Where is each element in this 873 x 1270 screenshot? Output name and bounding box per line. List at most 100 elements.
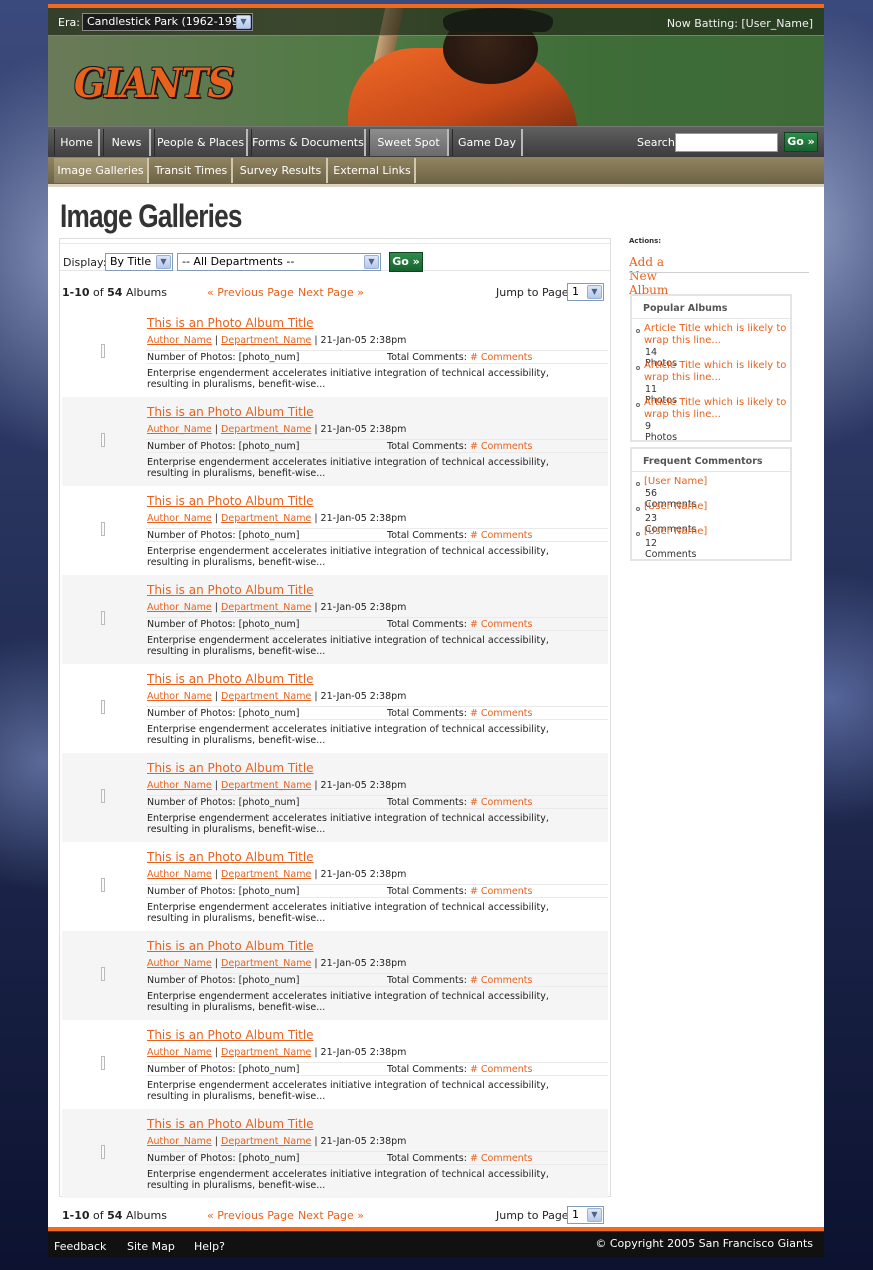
album-author-link[interactable]: Author_Name <box>147 424 212 435</box>
album-title-link[interactable]: This is an Photo Album Title <box>147 672 314 686</box>
album-thumbnail[interactable] <box>101 611 105 625</box>
album-thumbnail[interactable] <box>101 344 105 358</box>
album-meta: Author_Name | Department_Name | 21-Jan-0… <box>147 1047 406 1058</box>
album-author-link[interactable]: Author_Name <box>147 869 212 880</box>
chevron-down-icon[interactable]: ▼ <box>587 285 602 299</box>
album-thumbnail[interactable] <box>101 878 105 892</box>
album-author-link[interactable]: Author_Name <box>147 602 212 613</box>
album-meta: Author_Name | Department_Name | 21-Jan-0… <box>147 513 406 524</box>
giants-logo[interactable]: GIANTS <box>74 60 234 120</box>
album-thumbnail[interactable] <box>101 522 105 536</box>
album-author-link[interactable]: Author_Name <box>147 1136 212 1147</box>
album-department-link[interactable]: Department_Name <box>221 780 311 791</box>
commentor-name-link[interactable]: [User Name] <box>644 526 792 538</box>
chevron-down-icon[interactable]: ▼ <box>236 15 251 29</box>
jump-to-page-select[interactable]: 1 ▼ <box>567 283 604 301</box>
album-title-link[interactable]: This is an Photo Album Title <box>147 583 314 597</box>
result-total: 54 <box>107 286 123 299</box>
subnav-external-links[interactable]: External Links <box>330 158 416 183</box>
album-title-link[interactable]: This is an Photo Album Title <box>147 494 314 508</box>
album-title-link[interactable]: This is an Photo Album Title <box>147 405 314 419</box>
footer-feedback-link[interactable]: Feedback <box>54 1240 106 1253</box>
album-department-link[interactable]: Department_Name <box>221 958 311 969</box>
album-thumbnail[interactable] <box>101 789 105 803</box>
meta-separator: | <box>214 958 218 969</box>
previous-page-link[interactable]: « Previous Page <box>207 286 294 299</box>
album-author-link[interactable]: Author_Name <box>147 513 212 524</box>
album-author-link[interactable]: Author_Name <box>147 958 212 969</box>
album-comments-link[interactable]: # Comments <box>470 886 532 897</box>
album-comments-link[interactable]: # Comments <box>470 352 532 363</box>
album-department-link[interactable]: Department_Name <box>221 869 311 880</box>
album-department-link[interactable]: Department_Name <box>221 513 311 524</box>
album-author-link[interactable]: Author_Name <box>147 335 212 346</box>
album-thumbnail[interactable] <box>101 967 105 981</box>
album-author-link[interactable]: Author_Name <box>147 691 212 702</box>
album-department-link[interactable]: Department_Name <box>221 1047 311 1058</box>
commentor-name-link[interactable]: [User Name] <box>644 501 792 513</box>
subnav-image-galleries[interactable]: Image Galleries <box>54 158 149 183</box>
subnav-transit-times[interactable]: Transit Times <box>151 158 233 183</box>
album-thumbnail[interactable] <box>101 1056 105 1070</box>
album-author-link[interactable]: Author_Name <box>147 780 212 791</box>
meta-separator: | <box>214 691 218 702</box>
era-select[interactable]: Candlestick Park (1962-1999) ▼ <box>82 13 253 31</box>
popular-album-link[interactable]: Article Title which is likely to wrap th… <box>644 360 792 384</box>
album-comments-link[interactable]: # Comments <box>470 797 532 808</box>
jump-to-page-select[interactable]: 1 ▼ <box>567 1206 604 1224</box>
album-department-link[interactable]: Department_Name <box>221 602 311 613</box>
album-title-link[interactable]: This is an Photo Album Title <box>147 761 314 775</box>
era-label: Era: <box>58 16 80 29</box>
subnav-survey-results[interactable]: Survey Results <box>235 158 328 183</box>
album-title-link[interactable]: This is an Photo Album Title <box>147 939 314 953</box>
search-go-button[interactable]: Go » <box>784 132 818 152</box>
album-title-link[interactable]: This is an Photo Album Title <box>147 1117 314 1131</box>
album-comments-link[interactable]: # Comments <box>470 619 532 630</box>
album-department-link[interactable]: Department_Name <box>221 691 311 702</box>
display-select[interactable]: By Title ▼ <box>105 253 173 271</box>
commentor-name-link[interactable]: [User Name] <box>644 476 792 488</box>
album-thumbnail[interactable] <box>101 433 105 447</box>
album-row: This is an Photo Album Title Author_Name … <box>62 575 608 664</box>
filter-go-button[interactable]: Go » <box>389 252 423 272</box>
album-meta: Author_Name | Department_Name | 21-Jan-0… <box>147 424 406 435</box>
album-comments-label: Total Comments: <box>387 530 467 541</box>
department-select[interactable]: -- All Departments -- ▼ <box>177 253 381 271</box>
footer-site-map-link[interactable]: Site Map <box>127 1240 175 1253</box>
popular-album-link[interactable]: Article Title which is likely to wrap th… <box>644 323 792 347</box>
album-comments: Total Comments: # Comments <box>387 441 532 452</box>
footer-help-link[interactable]: Help? <box>194 1240 225 1253</box>
album-title-link[interactable]: This is an Photo Album Title <box>147 1028 314 1042</box>
album-thumbnail[interactable] <box>101 1145 105 1159</box>
album-department-link[interactable]: Department_Name <box>221 1136 311 1147</box>
nav-sweet-spot[interactable]: Sweet Spot <box>369 129 449 156</box>
add-album-link[interactable]: Add a New Album <box>629 255 668 297</box>
next-page-link[interactable]: Next Page » <box>298 1209 364 1222</box>
album-comments-link[interactable]: # Comments <box>470 441 532 452</box>
nav-game-day[interactable]: Game Day <box>452 129 523 156</box>
previous-page-link[interactable]: « Previous Page <box>207 1209 294 1222</box>
next-page-link[interactable]: Next Page » <box>298 286 364 299</box>
album-comments-link[interactable]: # Comments <box>470 1153 532 1164</box>
album-comments-link[interactable]: # Comments <box>470 530 532 541</box>
album-thumbnail[interactable] <box>101 700 105 714</box>
chevron-down-icon[interactable]: ▼ <box>156 255 171 269</box>
album-title-link[interactable]: This is an Photo Album Title <box>147 850 314 864</box>
chevron-down-icon[interactable]: ▼ <box>364 255 379 269</box>
album-department-link[interactable]: Department_Name <box>221 424 311 435</box>
nav-news[interactable]: News <box>103 129 151 156</box>
album-comments-link[interactable]: # Comments <box>470 975 532 986</box>
popular-album-link[interactable]: Article Title which is likely to wrap th… <box>644 397 792 421</box>
album-title-link[interactable]: This is an Photo Album Title <box>147 316 314 330</box>
album-author-link[interactable]: Author_Name <box>147 1047 212 1058</box>
chevron-down-icon[interactable]: ▼ <box>587 1208 602 1222</box>
album-comments-link[interactable]: # Comments <box>470 1064 532 1075</box>
album-comments-link[interactable]: # Comments <box>470 708 532 719</box>
nav-home[interactable]: Home <box>54 129 100 156</box>
nav-forms-documents[interactable]: Forms & Documents <box>251 129 366 156</box>
bullet-icon <box>636 507 640 511</box>
actions-divider <box>629 272 809 273</box>
nav-people-places[interactable]: People & Places <box>154 129 248 156</box>
search-input[interactable] <box>675 133 778 152</box>
album-department-link[interactable]: Department_Name <box>221 335 311 346</box>
